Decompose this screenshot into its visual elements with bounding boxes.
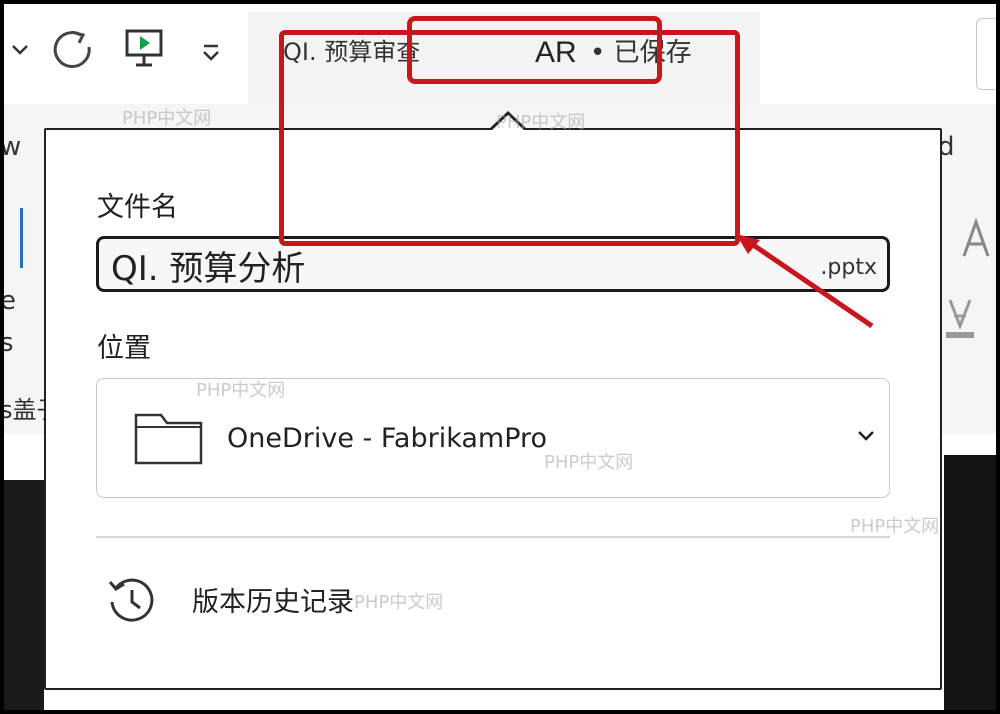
watermark: PHP中文网 [850, 516, 940, 537]
watermark: PHP中文网 [544, 452, 634, 473]
watermark: PHP中文网 [196, 380, 286, 401]
watermark: PHP中文网 [354, 592, 444, 613]
watermark: PHP中文网 [496, 112, 586, 133]
watermark: PHP中文网 [122, 108, 212, 129]
